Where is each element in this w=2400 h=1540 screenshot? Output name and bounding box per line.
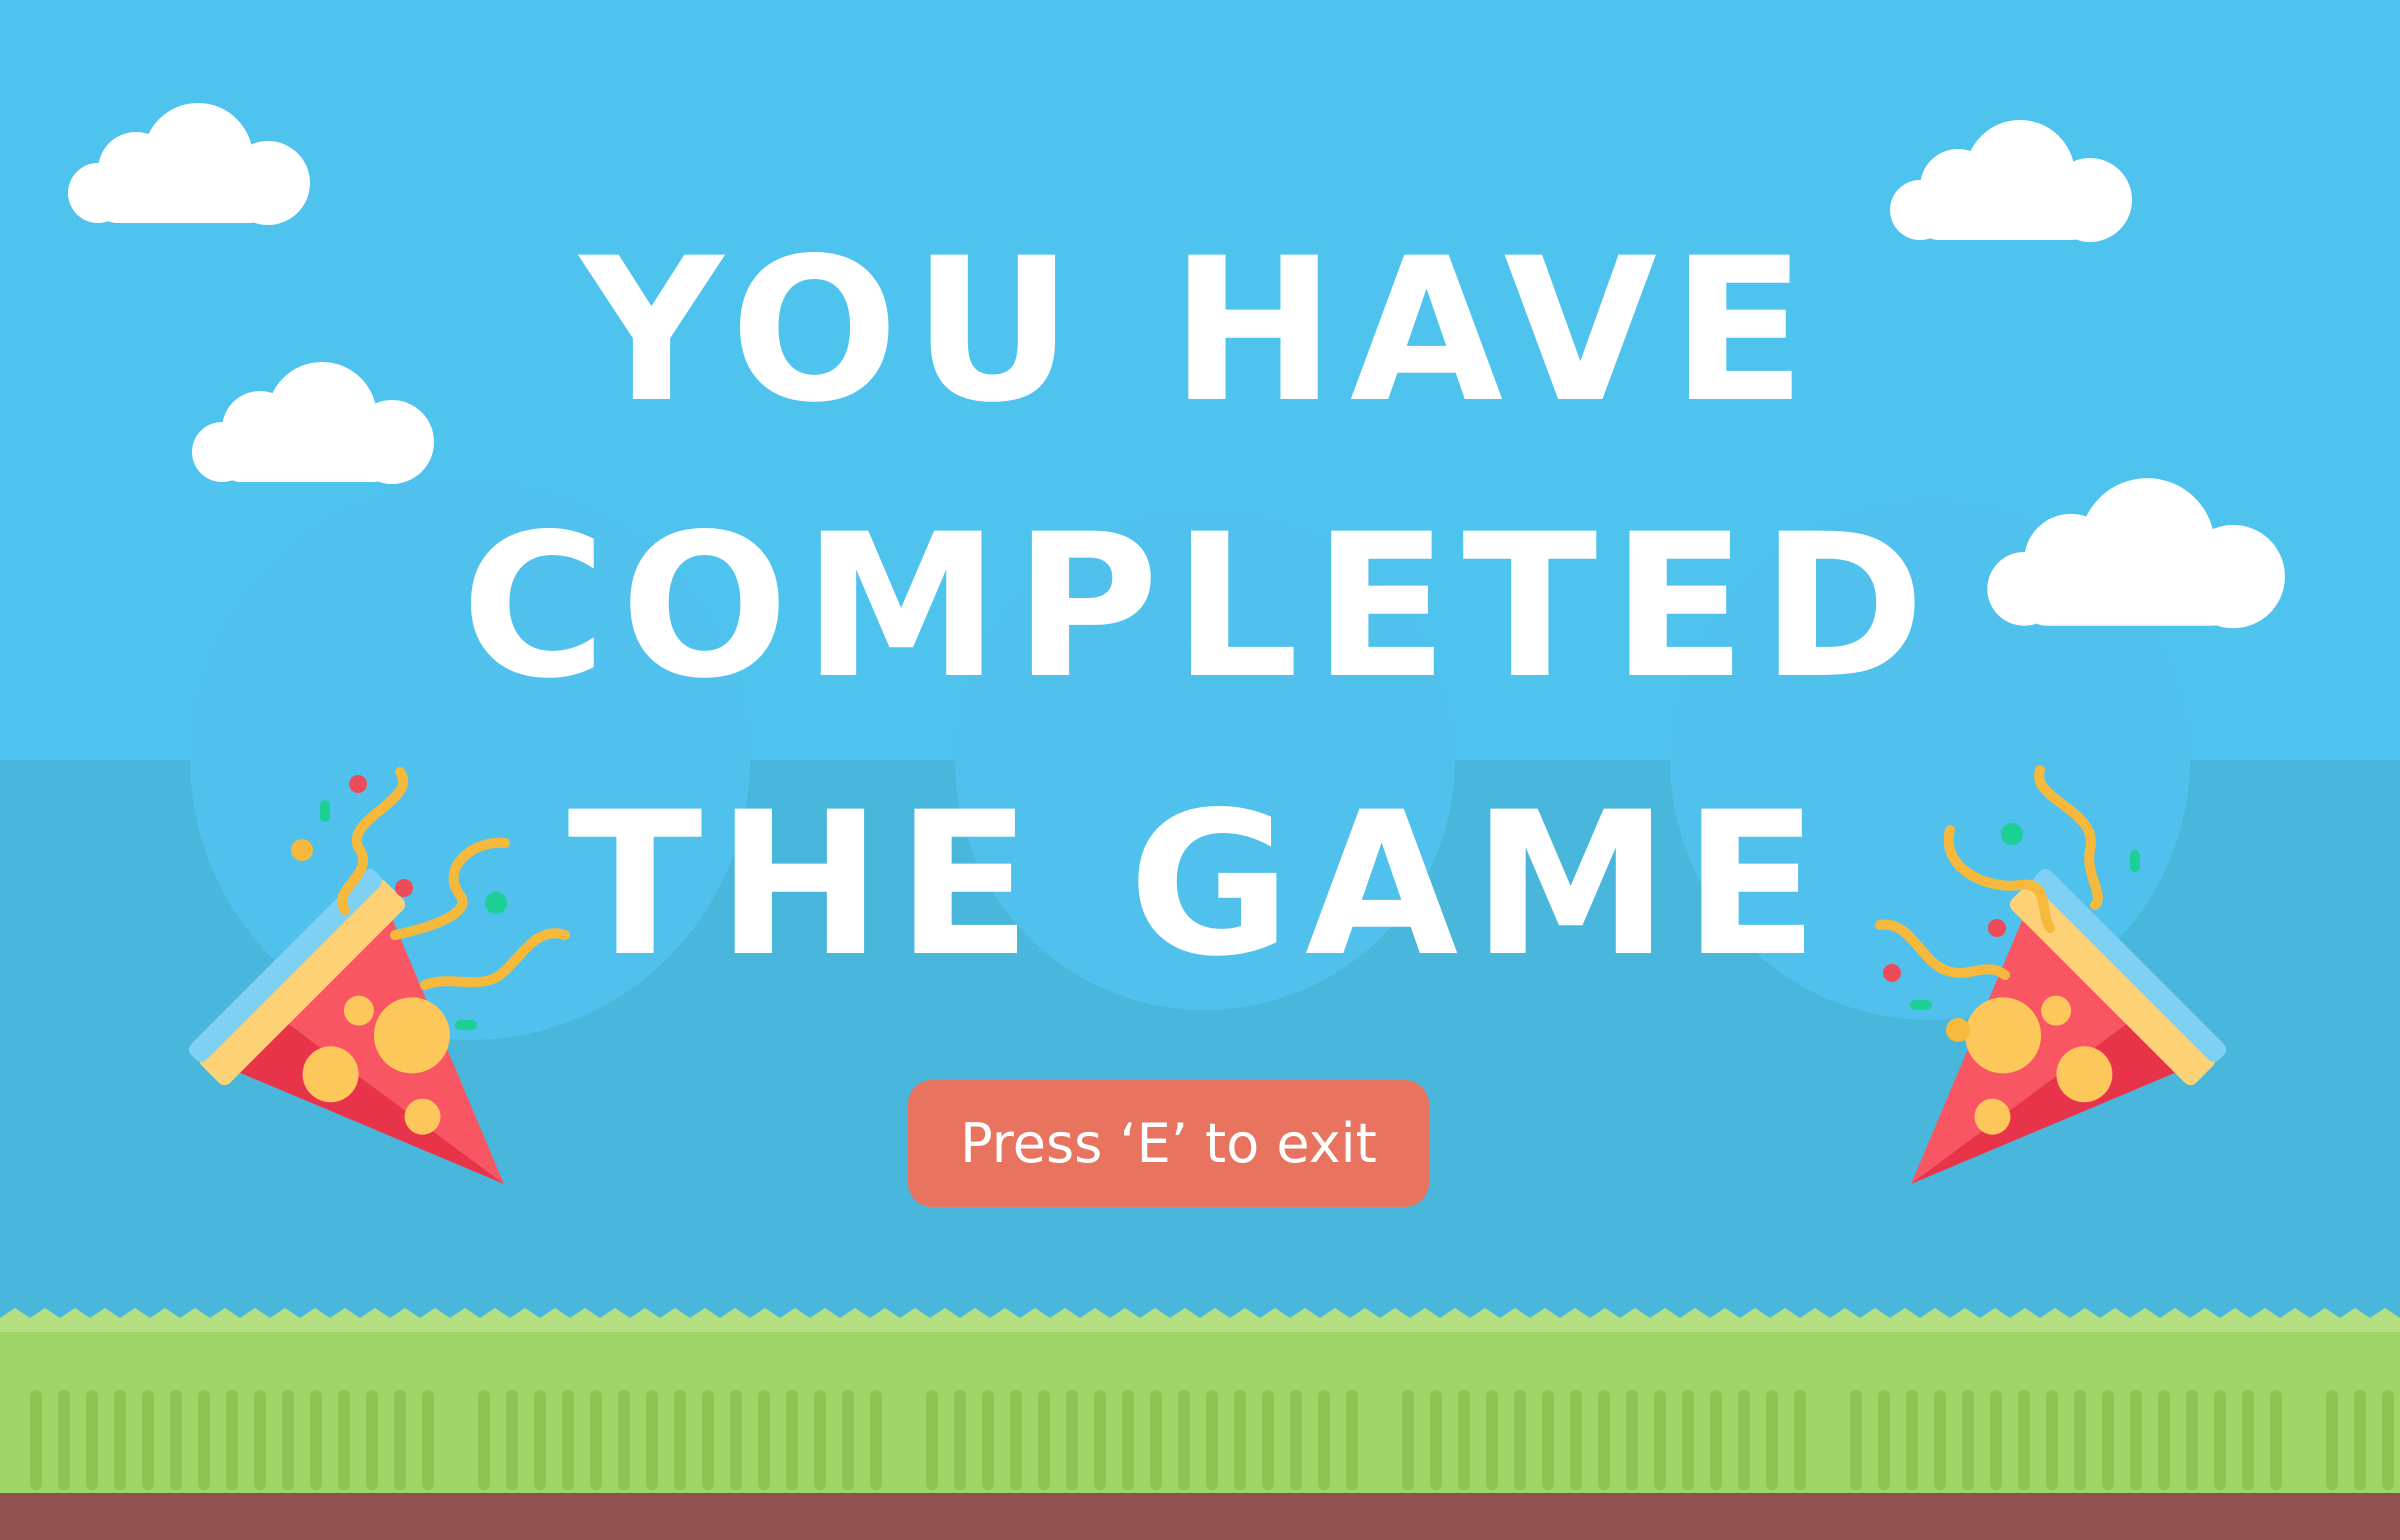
exit-button[interactable]: Press ‘E’ to exit	[908, 1080, 1429, 1207]
title-line-1: YOU HAVE	[579, 215, 1821, 446]
grass-ground	[0, 1308, 2400, 1498]
title-line-3: THE GAME	[567, 769, 1833, 1000]
title-line-2: COMPLETED	[461, 491, 1939, 722]
dirt-ground	[0, 1493, 2400, 1540]
